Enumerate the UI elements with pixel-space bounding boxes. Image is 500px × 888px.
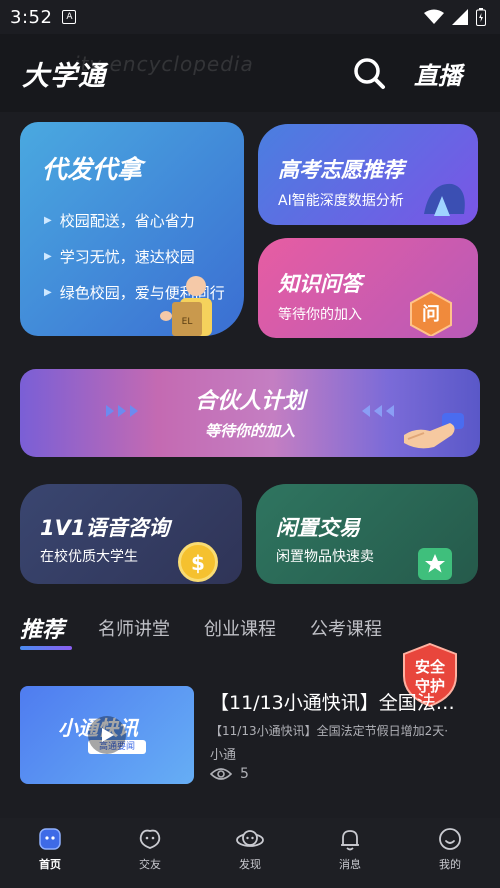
card-daifa-bullet: ▶ 校园配送，省心省力 [44, 210, 195, 231]
arrows-right-icon [106, 405, 138, 417]
signal-icon [452, 9, 468, 25]
search-icon[interactable] [352, 56, 386, 90]
friends-icon [139, 829, 161, 849]
package-label: EL [182, 317, 193, 327]
live-button[interactable]: 直播 [414, 56, 462, 91]
bell-icon [341, 830, 359, 851]
article-views: 5 [210, 766, 249, 782]
card-trade[interactable]: 闲置交易 闲置物品快速卖 [256, 484, 478, 584]
safety-badge-line1: 安全 [414, 658, 445, 676]
play-icon[interactable] [88, 716, 126, 754]
profile-icon [439, 828, 461, 850]
chevron-right-icon: ▶ [44, 251, 52, 262]
coin-symbol: $ [191, 551, 205, 575]
tab-teacher-lectures[interactable]: 名师讲堂 [98, 615, 170, 641]
home-icon [39, 828, 61, 850]
nav-label: 消息 [339, 858, 361, 871]
card-voice-title: 1V1语音咨询 [40, 516, 170, 540]
card-voice-subtitle: 在校优质大学生 [40, 549, 138, 565]
category-tabs: 推荐 名师讲堂 创业课程 公考课程 [20, 610, 480, 650]
view-count: 5 [240, 766, 249, 782]
tab-civil-exam-courses[interactable]: 公考课程 [310, 615, 382, 641]
nav-label: 首页 [39, 858, 61, 871]
article-title[interactable]: 【11/13小通快讯】全国法… [210, 688, 480, 715]
discover-icon [236, 830, 264, 847]
article-author: 小通 [210, 748, 237, 763]
bullet-text: 学习无忧，速达校园 [59, 248, 195, 266]
star-box-icon [418, 548, 452, 580]
coin-icon: $ [178, 542, 218, 582]
app-header: ity encyclopedia 大学通 直播 [0, 34, 500, 112]
article-description: 【11/13小通快讯】全国法定节假日增加2天· [210, 724, 449, 738]
card-daifa-bullet: ▶ 学习无忧，速达校园 [44, 246, 195, 267]
card-gaokao-title: 高考志愿推荐 [278, 158, 404, 182]
nav-messages[interactable]: 消息 [300, 818, 400, 888]
nav-label: 发现 [239, 858, 261, 871]
nav-friends[interactable]: 交友 [100, 818, 200, 888]
card-trade-subtitle: 闲置物品快速卖 [276, 549, 374, 565]
bullet-text: 校园配送，省心省力 [59, 212, 195, 230]
question-badge-text: 问 [422, 304, 440, 325]
status-icons [424, 8, 486, 26]
nav-profile[interactable]: 我的 [400, 818, 500, 888]
delivery-person-icon: EL [160, 276, 212, 336]
tab-startup-courses[interactable]: 创业课程 [204, 615, 276, 641]
nav-label: 我的 [439, 858, 461, 871]
card-gaokao-subtitle: AI智能深度数据分析 [278, 193, 404, 209]
question-badge-icon: 问 [408, 290, 454, 338]
nav-home[interactable]: 首页 [0, 818, 100, 888]
card-zhishi-title: 知识问答 [278, 272, 362, 296]
chevron-right-icon: ▶ [44, 287, 52, 298]
bottom-navigation: 首页 交友 发现 消息 我的 [0, 818, 500, 888]
card-trade-title: 闲置交易 [276, 516, 360, 540]
eye-icon [210, 768, 232, 780]
tab-active-indicator [20, 646, 72, 650]
article-thumbnail[interactable]: 小通快讯 高通要闻 [20, 686, 194, 784]
status-bar: 3:52 A [0, 0, 500, 34]
graduation-icon [424, 183, 465, 216]
status-time: 3:52 [10, 6, 53, 28]
card-gaokao[interactable]: 高考志愿推荐 AI智能深度数据分析 [258, 124, 478, 225]
arrows-left-icon [362, 405, 394, 417]
app-title: 大学通 [22, 61, 106, 92]
wifi-icon [424, 9, 444, 24]
handshake-icon [404, 413, 464, 449]
card-daifa[interactable]: 代发代拿 ▶ 校园配送，省心省力 ▶ 学习无忧，速达校园 ▶ 绿色校园，爱与便利… [20, 122, 244, 336]
tab-recommend[interactable]: 推荐 [20, 612, 72, 650]
article-item[interactable]: 小通快讯 高通要闻 【11/13小通快讯】全国法… 【11/13小通快讯】全国法… [20, 686, 480, 786]
app-notification-icon: A [62, 10, 77, 24]
card-zhishi[interactable]: 知识问答 等待你的加入 问 [258, 238, 478, 338]
card-partner[interactable]: 合伙人计划 等待你的加入 [20, 369, 480, 457]
chevron-right-icon: ▶ [44, 215, 52, 226]
nav-label: 交友 [139, 858, 161, 871]
battery-icon [476, 8, 486, 26]
card-zhishi-subtitle: 等待你的加入 [278, 307, 362, 323]
card-voice[interactable]: 1V1语音咨询 在校优质大学生 $ [20, 484, 242, 584]
tab-label: 推荐 [20, 618, 65, 643]
card-daifa-title: 代发代拿 [42, 155, 143, 184]
nav-discover[interactable]: 发现 [200, 818, 300, 888]
